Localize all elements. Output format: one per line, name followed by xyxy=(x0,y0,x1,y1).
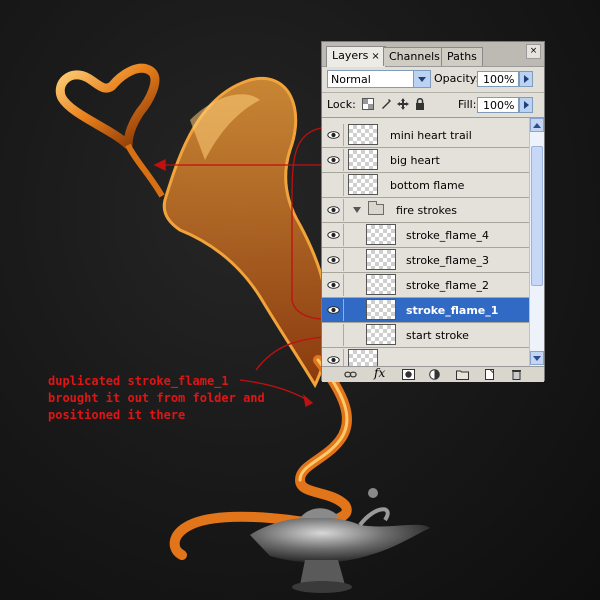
layers-panel: Layers × Channels Paths × Normal Opacity:… xyxy=(321,41,545,382)
lock-transparency-icon[interactable] xyxy=(362,98,374,110)
new-group-icon[interactable] xyxy=(456,369,469,380)
layer-thumbnail xyxy=(366,299,396,320)
tab-channels[interactable]: Channels xyxy=(383,47,446,66)
panel-bottom-toolbar: fx xyxy=(322,366,544,382)
eye-hidden-slot[interactable] xyxy=(324,324,344,346)
triangle-right-icon xyxy=(524,75,529,83)
document-canvas[interactable]: duplicated stroke_flame_1 brought it out… xyxy=(0,0,600,600)
layer-thumbnail xyxy=(348,124,378,145)
tab-paths[interactable]: Paths xyxy=(441,47,483,66)
triangle-right-icon xyxy=(524,101,529,109)
layer-name: stroke_flame_3 xyxy=(406,254,489,267)
layer-row-stroke-flame-2[interactable]: stroke_flame_2 xyxy=(322,273,529,298)
panel-tab-bar: Layers × Channels Paths × xyxy=(322,42,544,67)
lock-label: Lock: xyxy=(327,98,356,111)
eye-icon[interactable] xyxy=(324,349,344,366)
layer-thumbnail xyxy=(348,174,378,195)
scroll-thumb[interactable] xyxy=(531,146,543,286)
trash-icon[interactable] xyxy=(510,369,523,380)
annotation-line: brought it out from folder and xyxy=(48,391,265,405)
big-heart-flame xyxy=(162,77,330,389)
annotation-text: duplicated stroke_flame_1 brought it out… xyxy=(48,373,265,424)
opacity-label: Opacity: xyxy=(434,72,480,85)
layer-row-mini-heart-trail[interactable]: mini heart trail xyxy=(322,123,529,148)
layer-name: start stroke xyxy=(406,329,469,342)
eye-hidden-slot[interactable] xyxy=(324,174,344,196)
layer-row-bottom-flame[interactable]: bottom flame xyxy=(322,173,529,198)
tab-layers[interactable]: Layers × xyxy=(326,46,386,67)
blend-row: Normal Opacity: 100% xyxy=(322,67,544,93)
blend-mode-select[interactable]: Normal xyxy=(327,70,431,88)
layer-thumbnail xyxy=(366,324,396,345)
layer-name: stroke_flame_2 xyxy=(406,279,489,292)
fill-value: 100% xyxy=(483,99,515,112)
annotation-line: positioned it there xyxy=(48,408,186,422)
mini-heart-flame xyxy=(55,63,160,150)
lock-pixels-icon[interactable] xyxy=(380,98,392,110)
scroll-up-icon[interactable] xyxy=(530,118,544,132)
disclosure-triangle-icon[interactable] xyxy=(353,207,361,213)
fill-slider-button[interactable] xyxy=(519,97,533,113)
scroll-down-icon[interactable] xyxy=(530,351,544,365)
eye-icon[interactable] xyxy=(324,149,344,171)
layer-thumbnail xyxy=(366,274,396,295)
folder-icon xyxy=(368,201,384,215)
layer-list-scrollbar[interactable] xyxy=(529,118,544,366)
adjustment-icon[interactable] xyxy=(428,369,441,380)
blend-mode-value: Normal xyxy=(331,73,371,86)
layer-name: mini heart trail xyxy=(390,129,472,142)
mask-icon[interactable] xyxy=(402,369,415,380)
layer-name: fire strokes xyxy=(396,204,458,217)
layer-thumbnail xyxy=(348,149,378,170)
eye-icon[interactable] xyxy=(324,199,344,221)
link-icon[interactable] xyxy=(344,369,357,380)
layer-name: big heart xyxy=(390,154,440,167)
layer-row-stroke-flame-3[interactable]: stroke_flame_3 xyxy=(322,248,529,273)
eye-icon[interactable] xyxy=(324,274,344,296)
layer-thumbnail xyxy=(366,249,396,270)
layer-row-stroke-flame-4[interactable]: stroke_flame_4 xyxy=(322,223,529,248)
panel-close-icon[interactable]: × xyxy=(526,44,541,59)
annotation-line: duplicated stroke_flame_1 xyxy=(48,374,229,388)
opacity-input[interactable]: 100% xyxy=(477,71,519,87)
layer-name: stroke_flame_1 xyxy=(406,304,499,317)
layer-name: stroke_flame_4 xyxy=(406,229,489,242)
tab-close-icon[interactable]: × xyxy=(371,51,379,62)
layer-row-big-heart[interactable]: big heart xyxy=(322,148,529,173)
eye-icon[interactable] xyxy=(324,224,344,246)
layer-list: mini heart trail big heart bottom flame … xyxy=(322,118,529,366)
fill-label: Fill: xyxy=(458,98,477,111)
fx-icon[interactable]: fx xyxy=(374,366,385,380)
layer-name: bottom flame xyxy=(390,179,465,192)
opacity-value: 100% xyxy=(483,73,515,86)
new-layer-icon[interactable] xyxy=(483,369,496,380)
eye-icon[interactable] xyxy=(324,249,344,271)
lock-all-icon[interactable] xyxy=(414,98,426,110)
chevron-down-icon[interactable] xyxy=(413,71,430,87)
tab-label: Paths xyxy=(447,50,477,63)
eye-icon[interactable] xyxy=(324,124,344,146)
fill-input[interactable]: 100% xyxy=(477,97,519,113)
layer-row-stroke-flame-1[interactable]: stroke_flame_1 xyxy=(322,298,529,323)
layer-group-fire-strokes[interactable]: fire strokes xyxy=(322,198,529,223)
eye-icon[interactable] xyxy=(324,299,344,321)
lock-row: Lock: Fill: 100% xyxy=(322,93,544,118)
tab-label: Channels xyxy=(389,50,440,63)
tab-label: Layers xyxy=(332,49,369,62)
lock-position-icon[interactable] xyxy=(397,98,409,110)
layer-row-start-stroke[interactable]: start stroke xyxy=(322,323,529,348)
layer-row-partial[interactable] xyxy=(322,348,529,366)
layer-thumbnail xyxy=(366,224,396,245)
opacity-slider-button[interactable] xyxy=(519,71,533,87)
layer-thumbnail xyxy=(348,349,378,366)
